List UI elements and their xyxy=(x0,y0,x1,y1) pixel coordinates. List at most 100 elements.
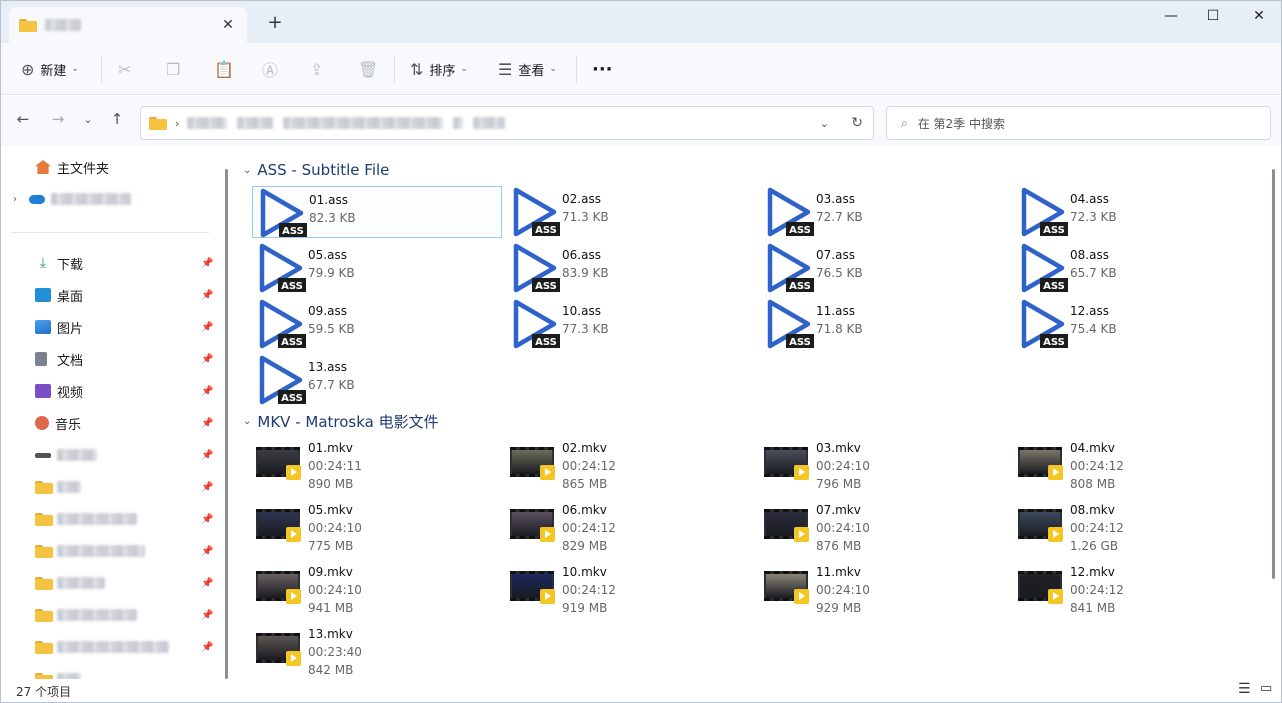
file-item[interactable]: ASS 02.ass 71.3 KB xyxy=(506,186,756,238)
sidebar-item-music[interactable]: 音乐 xyxy=(35,411,81,435)
ass-badge-text: ASS xyxy=(1043,225,1065,236)
scissors-icon: ✂ xyxy=(118,59,132,79)
file-item[interactable]: 04.mkv 00:24:12 808 MB xyxy=(1014,441,1264,501)
file-item[interactable]: 10.mkv 00:24:12 919 MB xyxy=(506,565,756,625)
toolbar-divider xyxy=(576,55,577,83)
search-input[interactable]: ⌕ 在 第2季 中搜索 xyxy=(886,106,1271,140)
ass-badge-text: ASS xyxy=(789,337,811,348)
chevron-down-icon: ⌄ xyxy=(71,64,79,74)
file-item[interactable]: ASS 08.ass 65.7 KB xyxy=(1014,242,1264,294)
file-item[interactable]: ASS 05.ass 79.9 KB xyxy=(252,242,502,294)
sidebar-item-onedrive[interactable]: › xyxy=(13,187,131,211)
video-play-badge-icon xyxy=(286,651,301,666)
cloud-icon xyxy=(29,194,45,204)
sort-button[interactable]: ⇅ 排序 ⌄ xyxy=(410,57,468,81)
file-item[interactable]: ASS 11.ass 71.8 KB xyxy=(760,298,1010,350)
folder-icon xyxy=(35,640,53,654)
sidebar-item-documents[interactable]: 文档 xyxy=(35,347,83,371)
file-item[interactable]: 01.mkv 00:24:11 890 MB xyxy=(252,441,502,501)
address-bar[interactable]: › ⌄ ↻ xyxy=(140,106,874,140)
group-header-mkv[interactable]: ⌄ MKV - Matroska 电影文件 xyxy=(243,409,439,433)
breadcrumb-chevron-icon: › xyxy=(175,116,180,130)
content-scrollbar[interactable] xyxy=(1272,169,1275,579)
file-item[interactable]: ASS 07.ass 76.5 KB xyxy=(760,242,1010,294)
sidebar-item-folder[interactable] xyxy=(35,507,137,531)
file-item[interactable]: 13.mkv 00:23:40 842 MB xyxy=(252,627,502,679)
rename-button[interactable]: Ⓐ xyxy=(262,57,284,81)
sidebar-item-label xyxy=(57,641,169,653)
file-size: 72.7 KB xyxy=(816,210,863,224)
file-size: 65.7 KB xyxy=(1070,266,1117,280)
sidebar-item-folder[interactable] xyxy=(35,571,105,595)
home-icon xyxy=(35,160,51,174)
file-item[interactable]: ASS 12.ass 75.4 KB xyxy=(1014,298,1264,350)
up-arrow-icon[interactable]: ↑ xyxy=(106,110,128,128)
file-item[interactable]: 12.mkv 00:24:12 841 MB xyxy=(1014,565,1264,625)
folder-icon xyxy=(35,512,53,526)
file-item[interactable]: ASS 13.ass 67.7 KB xyxy=(252,354,502,406)
address-dropdown-icon[interactable]: ⌄ xyxy=(820,117,829,130)
sidebar-item-label xyxy=(57,481,81,493)
share-button[interactable]: ⇪ xyxy=(310,57,329,81)
file-item[interactable]: ASS 06.ass 83.9 KB xyxy=(506,242,756,294)
maximize-button[interactable]: ☐ xyxy=(1190,5,1236,27)
tab-close-icon[interactable]: ✕ xyxy=(219,16,237,34)
back-arrow-icon[interactable]: ← xyxy=(12,110,34,128)
minimize-button[interactable]: — xyxy=(1148,5,1194,27)
trash-icon: 🗑 xyxy=(358,59,379,79)
file-size: 829 MB xyxy=(562,539,608,553)
file-item[interactable]: 08.mkv 00:24:12 1.26 GB xyxy=(1014,503,1264,563)
new-tab-button[interactable]: + xyxy=(265,13,285,33)
file-size: 796 MB xyxy=(816,477,862,491)
tiles-view-icon[interactable]: ▭ xyxy=(1260,681,1272,696)
paste-button[interactable]: 📋 xyxy=(214,57,240,81)
file-size: 929 MB xyxy=(816,601,862,615)
sidebar-item-folder[interactable] xyxy=(35,667,81,679)
file-name: 07.ass xyxy=(816,248,855,262)
delete-button[interactable]: 🗑 xyxy=(358,57,384,81)
sidebar-item-folder[interactable] xyxy=(35,475,81,499)
sidebar-item-videos[interactable]: 视频 xyxy=(35,379,83,403)
file-item[interactable]: 03.mkv 00:24:10 796 MB xyxy=(760,441,1010,501)
view-list-icon: ☰ xyxy=(498,59,513,79)
forward-arrow-icon[interactable]: → xyxy=(47,110,69,128)
file-duration: 00:24:12 xyxy=(1070,583,1124,597)
status-bar: 27 个项目 ☰ ▭ xyxy=(1,680,1281,702)
close-button[interactable]: ✕ xyxy=(1236,5,1282,27)
sidebar-item-desktop[interactable]: 桌面 xyxy=(35,283,83,307)
ass-badge-text: ASS xyxy=(1043,281,1065,292)
copy-button[interactable]: ❐ xyxy=(166,57,186,81)
pin-icon: 📌 xyxy=(201,642,214,653)
file-item[interactable]: 09.mkv 00:24:10 941 MB xyxy=(252,565,502,625)
sidebar-item-folder[interactable] xyxy=(35,539,145,563)
file-item[interactable]: ASS 01.ass 82.3 KB xyxy=(252,186,502,238)
file-item[interactable]: 06.mkv 00:24:12 829 MB xyxy=(506,503,756,563)
sidebar-item-pictures[interactable]: 图片 xyxy=(35,315,83,339)
cut-button[interactable]: ✂ xyxy=(118,57,137,81)
view-button[interactable]: ☰ 查看 ⌄ xyxy=(498,57,557,81)
refresh-icon[interactable]: ↻ xyxy=(851,115,863,131)
file-item[interactable]: ASS 04.ass 72.3 KB xyxy=(1014,186,1264,238)
sidebar-item-folder[interactable] xyxy=(35,635,169,659)
group-header-ass[interactable]: ⌄ ASS - Subtitle File xyxy=(243,158,389,182)
file-item[interactable]: 05.mkv 00:24:10 775 MB xyxy=(252,503,502,563)
file-item[interactable]: 07.mkv 00:24:10 876 MB xyxy=(760,503,1010,563)
sidebar-scrollbar[interactable] xyxy=(225,169,228,679)
tab-current-folder[interactable]: ✕ xyxy=(9,7,247,43)
file-size: 919 MB xyxy=(562,601,608,615)
file-item[interactable]: ASS 09.ass 59.5 KB xyxy=(252,298,502,350)
file-item[interactable]: 02.mkv 00:24:12 865 MB xyxy=(506,441,756,501)
sidebar-item-home[interactable]: 主文件夹 xyxy=(35,155,109,179)
sidebar-item-folder[interactable] xyxy=(35,603,137,627)
play-icon: ASS xyxy=(513,243,560,293)
recent-locations-icon[interactable]: ⌄ xyxy=(77,113,99,126)
new-button[interactable]: ⊕ 新建 ⌄ xyxy=(21,57,79,81)
sidebar-item-drive[interactable] xyxy=(35,443,97,467)
file-item[interactable]: ASS 10.ass 77.3 KB xyxy=(506,298,756,350)
more-options-button[interactable]: ··· xyxy=(592,57,613,81)
details-view-icon[interactable]: ☰ xyxy=(1238,681,1251,697)
play-icon: ASS xyxy=(767,299,814,349)
sidebar-item-downloads[interactable]: ⤓ 下载 xyxy=(35,251,83,275)
file-item[interactable]: ASS 03.ass 72.7 KB xyxy=(760,186,1010,238)
file-item[interactable]: 11.mkv 00:24:10 929 MB xyxy=(760,565,1010,625)
